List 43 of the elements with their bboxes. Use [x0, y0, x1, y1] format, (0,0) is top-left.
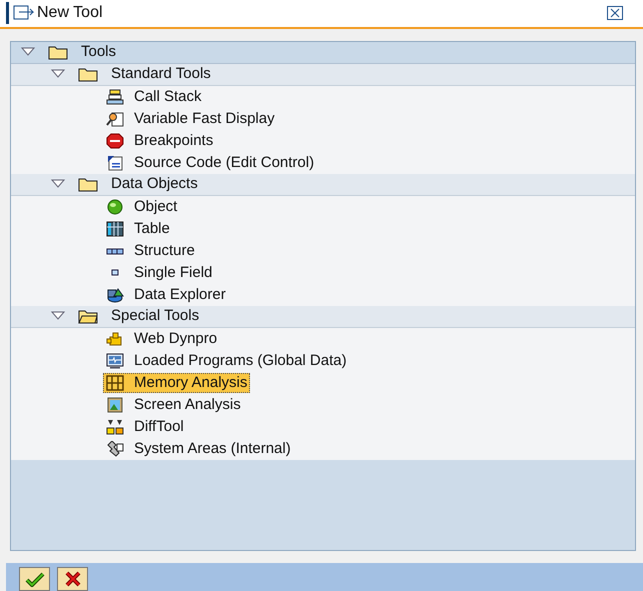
tree-node[interactable]: Data Objects [11, 174, 635, 196]
collapse-triangle-icon[interactable] [51, 69, 65, 80]
tree-item[interactable]: Breakpoints [103, 130, 216, 151]
wrench-icon [106, 440, 124, 457]
node-label: Tools [81, 42, 116, 62]
tree-item[interactable]: Call Stack [103, 86, 205, 107]
tree-item[interactable]: DiffTool [103, 416, 187, 437]
magnifier-document-icon [106, 110, 124, 127]
stack-icon [106, 88, 124, 105]
cancel-button[interactable] [57, 567, 88, 591]
folder-icon [78, 176, 98, 192]
window-title: New Tool [37, 3, 103, 24]
node-label: Standard Tools [111, 64, 211, 84]
tree-item[interactable]: Memory Analysis [103, 372, 250, 393]
collapse-triangle-icon[interactable] [51, 311, 65, 322]
collapse-triangle-icon[interactable] [21, 47, 35, 58]
node-label: Data Objects [111, 174, 198, 194]
table-icon [106, 220, 124, 237]
image-icon [106, 396, 124, 413]
window-icon [13, 5, 35, 22]
close-icon [64, 571, 80, 587]
document-icon [106, 154, 124, 171]
open-folder-icon [78, 308, 98, 324]
ball-icon [106, 198, 124, 215]
node-label: Special Tools [111, 306, 200, 326]
tree-item[interactable]: Data Explorer [103, 284, 229, 305]
tree-item[interactable]: Web Dynpro [103, 328, 220, 349]
collapse-triangle-icon[interactable] [51, 179, 65, 190]
tree-node[interactable]: Special Tools [11, 306, 635, 328]
tree-item[interactable]: Structure [103, 240, 198, 261]
grid-icon [106, 374, 124, 391]
monitor-icon [106, 352, 124, 369]
tree-node[interactable]: Standard Tools [11, 64, 635, 86]
tree-node[interactable]: Tools [11, 42, 635, 64]
folder-icon [48, 44, 68, 60]
stop-sign-icon [106, 132, 124, 149]
folder-icon [78, 66, 98, 82]
confirm-button[interactable] [19, 567, 50, 591]
tree-item[interactable]: Table [103, 218, 173, 239]
checkmark-icon [24, 571, 44, 587]
tree-item[interactable]: Object [103, 196, 180, 217]
tree-item[interactable]: Single Field [103, 262, 216, 283]
close-icon[interactable] [607, 6, 623, 20]
